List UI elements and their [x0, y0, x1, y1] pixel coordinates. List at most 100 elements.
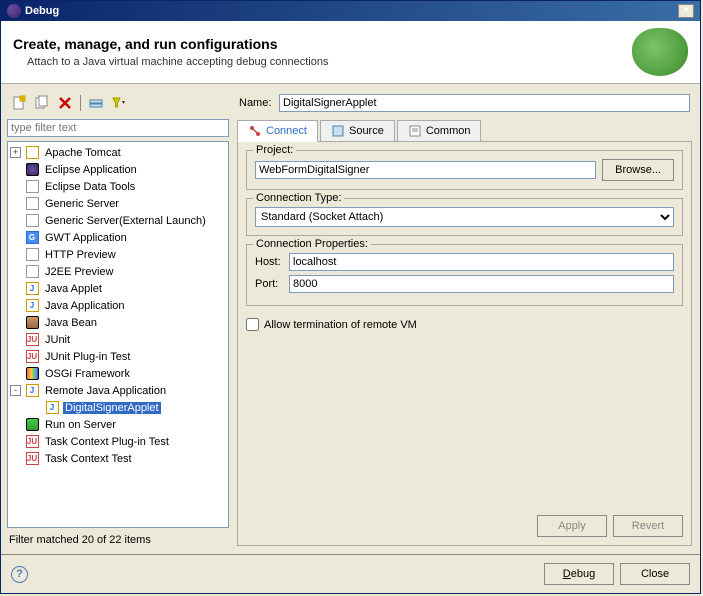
- connection-props-title: Connection Properties:: [253, 238, 371, 250]
- debug-button[interactable]: Debug: [544, 563, 614, 585]
- tab-label: Common: [426, 125, 471, 137]
- config-type-icon: JU: [24, 349, 40, 365]
- apply-button[interactable]: Apply: [537, 515, 607, 537]
- help-icon[interactable]: ?: [11, 566, 28, 583]
- tab-label: Source: [349, 125, 384, 137]
- config-type-icon: [24, 315, 40, 331]
- tree-item-label: JUnit Plug-in Test: [43, 351, 132, 363]
- config-toolbar: [7, 90, 229, 119]
- config-type-icon: JU: [24, 451, 40, 467]
- tree-item-label: Remote Java Application: [43, 385, 168, 397]
- connection-type-select[interactable]: Standard (Socket Attach): [255, 207, 674, 227]
- tree-item[interactable]: JDigitalSignerApplet: [8, 399, 228, 416]
- tree-item[interactable]: + Apache Tomcat: [8, 144, 228, 161]
- port-input[interactable]: [289, 275, 674, 293]
- tree-item[interactable]: J2EE Preview: [8, 263, 228, 280]
- host-label: Host:: [255, 256, 289, 268]
- tree-item-label: Java Bean: [43, 317, 99, 329]
- config-type-icon: J: [24, 281, 40, 297]
- tree-item-label: J2EE Preview: [43, 266, 115, 278]
- tree-item-label: Eclipse Data Tools: [43, 181, 137, 193]
- config-type-icon: [24, 213, 40, 229]
- tree-item[interactable]: GGWT Application: [8, 229, 228, 246]
- tree-item-label: GWT Application: [43, 232, 129, 244]
- debug-bug-icon: [632, 28, 688, 76]
- config-type-icon: J: [44, 400, 60, 416]
- tree-item[interactable]: JUTask Context Test: [8, 450, 228, 467]
- browse-button[interactable]: Browse...: [602, 159, 674, 181]
- config-type-icon: [24, 196, 40, 212]
- config-type-icon: [24, 145, 40, 161]
- tree-item-label: Run on Server: [43, 419, 118, 431]
- filter-match-status: Filter matched 20 of 22 items: [7, 528, 229, 548]
- dialog-header: Create, manage, and run configurations A…: [1, 21, 700, 84]
- tab-source[interactable]: Source: [320, 120, 395, 141]
- tree-item[interactable]: HTTP Preview: [8, 246, 228, 263]
- config-type-icon: JU: [24, 332, 40, 348]
- config-type-icon: JU: [24, 434, 40, 450]
- tree-item[interactable]: JJava Applet: [8, 280, 228, 297]
- duplicate-config-button[interactable]: [32, 93, 52, 113]
- tree-item-label: OSGi Framework: [43, 368, 132, 380]
- tree-expander[interactable]: +: [10, 147, 21, 158]
- tree-item[interactable]: Generic Server: [8, 195, 228, 212]
- tab-strip: Connect Source Common: [237, 120, 692, 142]
- project-input[interactable]: [255, 161, 596, 179]
- tab-connect[interactable]: Connect: [237, 120, 318, 142]
- tree-item-label: Eclipse Application: [43, 164, 139, 176]
- config-type-icon: [24, 179, 40, 195]
- tree-item-label: Task Context Plug-in Test: [43, 436, 171, 448]
- tree-item-label: JUnit: [43, 334, 72, 346]
- header-subtitle: Attach to a Java virtual machine accepti…: [27, 56, 632, 68]
- filter-input[interactable]: [7, 119, 229, 137]
- new-config-button[interactable]: [9, 93, 29, 113]
- tree-item-label: DigitalSignerApplet: [63, 402, 161, 414]
- config-tree[interactable]: + Apache Tomcat Eclipse Application Eclipse…: [7, 141, 229, 528]
- tree-item[interactable]: -JRemote Java Application: [8, 382, 228, 399]
- project-group-title: Project:: [253, 144, 296, 156]
- connection-properties-group: Connection Properties: Host: Port:: [246, 244, 683, 306]
- tree-item[interactable]: OSGi Framework: [8, 365, 228, 382]
- tree-item[interactable]: Run on Server: [8, 416, 228, 433]
- titlebar[interactable]: Debug ✕: [1, 1, 700, 21]
- filter-dropdown-button[interactable]: [109, 93, 129, 113]
- config-type-icon: [24, 264, 40, 280]
- tree-item[interactable]: Eclipse Application: [8, 161, 228, 178]
- connect-tab-panel: Project: Browse... Connection Type: Stan…: [237, 142, 692, 546]
- allow-termination-label: Allow termination of remote VM: [264, 319, 417, 331]
- header-title: Create, manage, and run configurations: [13, 36, 632, 52]
- close-icon[interactable]: ✕: [678, 4, 694, 18]
- config-type-icon: J: [24, 298, 40, 314]
- tree-item[interactable]: Eclipse Data Tools: [8, 178, 228, 195]
- collapse-all-button[interactable]: [86, 93, 106, 113]
- eclipse-icon: [7, 4, 21, 18]
- toolbar-separator: [80, 95, 81, 111]
- tree-item[interactable]: Generic Server(External Launch): [8, 212, 228, 229]
- delete-config-button[interactable]: [55, 93, 75, 113]
- name-input[interactable]: [279, 94, 690, 112]
- config-type-icon: J: [24, 383, 40, 399]
- tree-item-label: Apache Tomcat: [43, 147, 123, 159]
- tree-item[interactable]: JUJUnit Plug-in Test: [8, 348, 228, 365]
- port-label: Port:: [255, 278, 289, 290]
- tree-item[interactable]: Java Bean: [8, 314, 228, 331]
- connection-type-title: Connection Type:: [253, 192, 344, 204]
- tab-common[interactable]: Common: [397, 120, 482, 141]
- allow-termination-checkbox[interactable]: [246, 318, 259, 331]
- tree-item[interactable]: JUJUnit: [8, 331, 228, 348]
- tree-item[interactable]: JUTask Context Plug-in Test: [8, 433, 228, 450]
- config-type-icon: [24, 417, 40, 433]
- tree-item-label: Java Application: [43, 300, 127, 312]
- name-label: Name:: [239, 97, 279, 109]
- config-type-icon: [24, 366, 40, 382]
- tree-item[interactable]: JJava Application: [8, 297, 228, 314]
- tree-item-label: Generic Server: [43, 198, 121, 210]
- tree-expander[interactable]: -: [10, 385, 21, 396]
- host-input[interactable]: [289, 253, 674, 271]
- close-button[interactable]: Close: [620, 563, 690, 585]
- tree-item-label: HTTP Preview: [43, 249, 118, 261]
- config-type-icon: [24, 247, 40, 263]
- config-type-icon: [24, 162, 40, 178]
- revert-button[interactable]: Revert: [613, 515, 683, 537]
- config-type-icon: G: [24, 230, 40, 246]
